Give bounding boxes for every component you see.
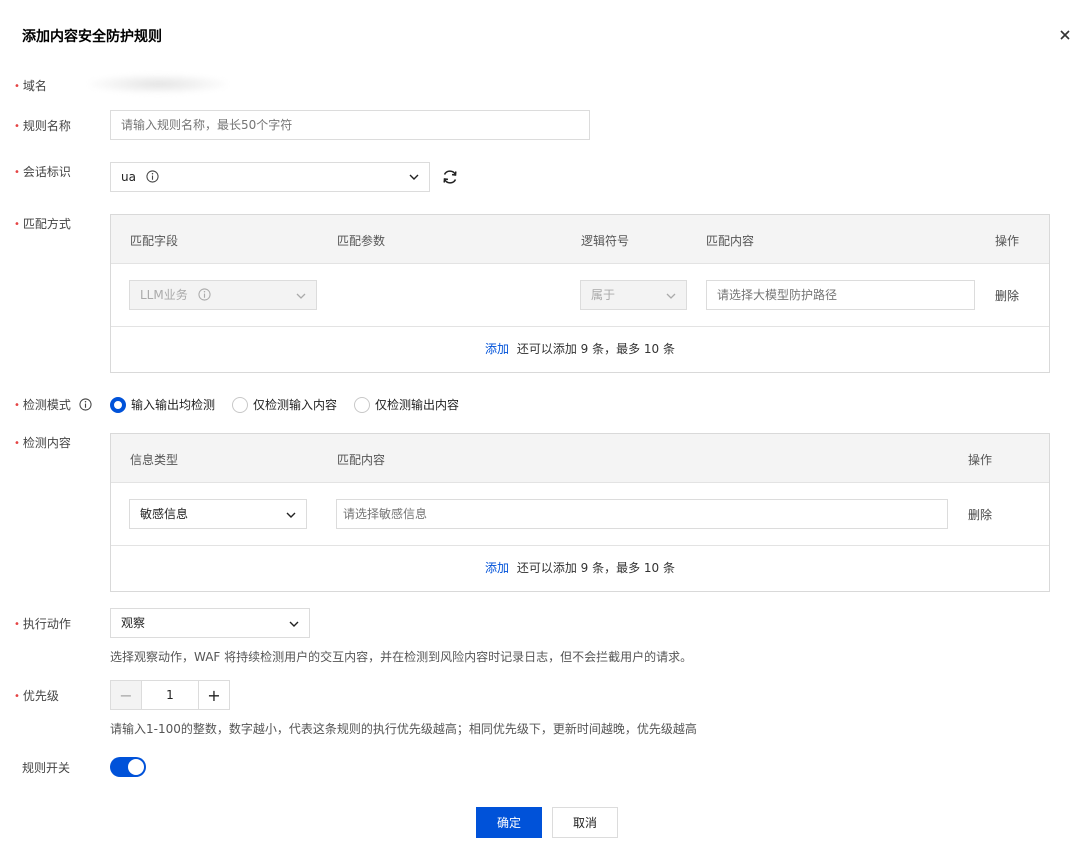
logic-value: 属于 — [591, 288, 616, 302]
session-id-select[interactable]: ua — [110, 162, 430, 192]
rule-name-input[interactable] — [110, 110, 590, 140]
chevron-down-icon — [666, 293, 676, 299]
info-icon — [197, 288, 211, 301]
add-limit-text: 还可以添加 9 条，最多 10 条 — [516, 561, 675, 575]
action-label: • 执行动作 — [14, 617, 71, 631]
rule-name-label: • 规则名称 — [14, 119, 71, 133]
detect-content-label: • 检测内容 — [14, 436, 71, 450]
refresh-icon[interactable] — [441, 168, 459, 186]
add-button[interactable]: 添加 — [485, 561, 509, 575]
column-header-content: 匹配内容 — [706, 234, 755, 248]
close-icon[interactable] — [1058, 28, 1072, 42]
table-row: LLM业务 属于 删除 — [111, 264, 1049, 327]
decrement-button[interactable]: − — [111, 681, 142, 709]
radio-dot-selected — [110, 396, 126, 413]
action-value: 观察 — [121, 616, 146, 630]
logic-select: 属于 — [580, 280, 687, 310]
add-limit-text: 还可以添加 9 条，最多 10 条 — [516, 342, 675, 356]
detect-mode-label: • 检测模式 — [14, 396, 92, 413]
match-content-input[interactable] — [706, 280, 975, 310]
action-hint: 选择观察动作，WAF 将持续检测用户的交互内容，并在检测到风险内容时记录日志，但… — [110, 650, 693, 664]
radio-input-only[interactable]: 仅检测输入内容 — [232, 396, 337, 413]
table-footer: 添加 还可以添加 9 条，最多 10 条 — [111, 546, 1049, 591]
rule-switch-toggle[interactable] — [110, 757, 146, 777]
add-button[interactable]: 添加 — [485, 342, 509, 356]
chevron-down-icon — [286, 512, 296, 518]
delete-button[interactable]: 删除 — [968, 506, 992, 523]
column-header-type: 信息类型 — [130, 453, 179, 467]
info-type-value: 敏感信息 — [140, 507, 189, 521]
column-header-field: 匹配字段 — [130, 234, 179, 248]
toggle-knob — [128, 759, 144, 775]
radio-dot — [232, 396, 248, 413]
column-header-action: 操作 — [968, 453, 993, 467]
increment-button[interactable]: + — [198, 681, 229, 709]
priority-stepper[interactable]: − 1 + — [110, 680, 230, 710]
table-header: 匹配字段 匹配参数 逻辑符号 匹配内容 操作 — [111, 215, 1049, 264]
table-header: 信息类型 匹配内容 操作 — [111, 434, 1049, 483]
dialog-title: 添加内容安全防护规则 — [22, 29, 162, 45]
table-row: 敏感信息 删除 — [111, 483, 1049, 546]
info-icon[interactable] — [146, 170, 159, 183]
chevron-down-icon — [289, 621, 299, 627]
domain-label: • 域名 — [14, 79, 47, 93]
domain-value-redacted — [88, 74, 228, 94]
info-type-select[interactable]: 敏感信息 — [129, 499, 307, 529]
chevron-down-icon — [409, 174, 419, 180]
confirm-button[interactable]: 确定 — [476, 807, 542, 838]
chevron-down-icon — [296, 293, 306, 299]
priority-hint: 请输入1-100的整数，数字越小，代表这条规则的执行优先级越高；相同优先级下，更… — [110, 722, 697, 736]
sensitive-content-input[interactable] — [336, 499, 948, 529]
info-icon[interactable] — [79, 398, 92, 411]
session-id-label: • 会话标识 — [14, 165, 71, 179]
column-header-logic: 逻辑符号 — [581, 234, 630, 248]
column-header-action: 操作 — [995, 234, 1020, 248]
detect-content-table: 信息类型 匹配内容 操作 敏感信息 删除 添加 还可以添加 9 条，最多 10 … — [110, 433, 1050, 592]
table-footer: 添加 还可以添加 9 条，最多 10 条 — [111, 327, 1049, 372]
action-select[interactable]: 观察 — [110, 608, 310, 638]
match-mode-table: 匹配字段 匹配参数 逻辑符号 匹配内容 操作 LLM业务 属于 删除 添加 还可… — [110, 214, 1050, 373]
column-header-content: 匹配内容 — [337, 453, 386, 467]
switch-label: 规则开关 — [22, 761, 71, 775]
session-id-value: ua — [121, 170, 136, 184]
radio-input-output[interactable]: 输入输出均检测 — [110, 396, 215, 413]
match-field-value: LLM业务 — [140, 288, 188, 302]
delete-button[interactable]: 删除 — [995, 287, 1019, 304]
match-field-select: LLM业务 — [129, 280, 317, 310]
priority-value[interactable]: 1 — [142, 681, 198, 709]
priority-label: • 优先级 — [14, 689, 59, 703]
radio-output-only[interactable]: 仅检测输出内容 — [354, 396, 459, 413]
cancel-button[interactable]: 取消 — [552, 807, 618, 838]
column-header-param: 匹配参数 — [337, 234, 386, 248]
match-mode-label: • 匹配方式 — [14, 217, 71, 231]
radio-dot — [354, 396, 370, 413]
